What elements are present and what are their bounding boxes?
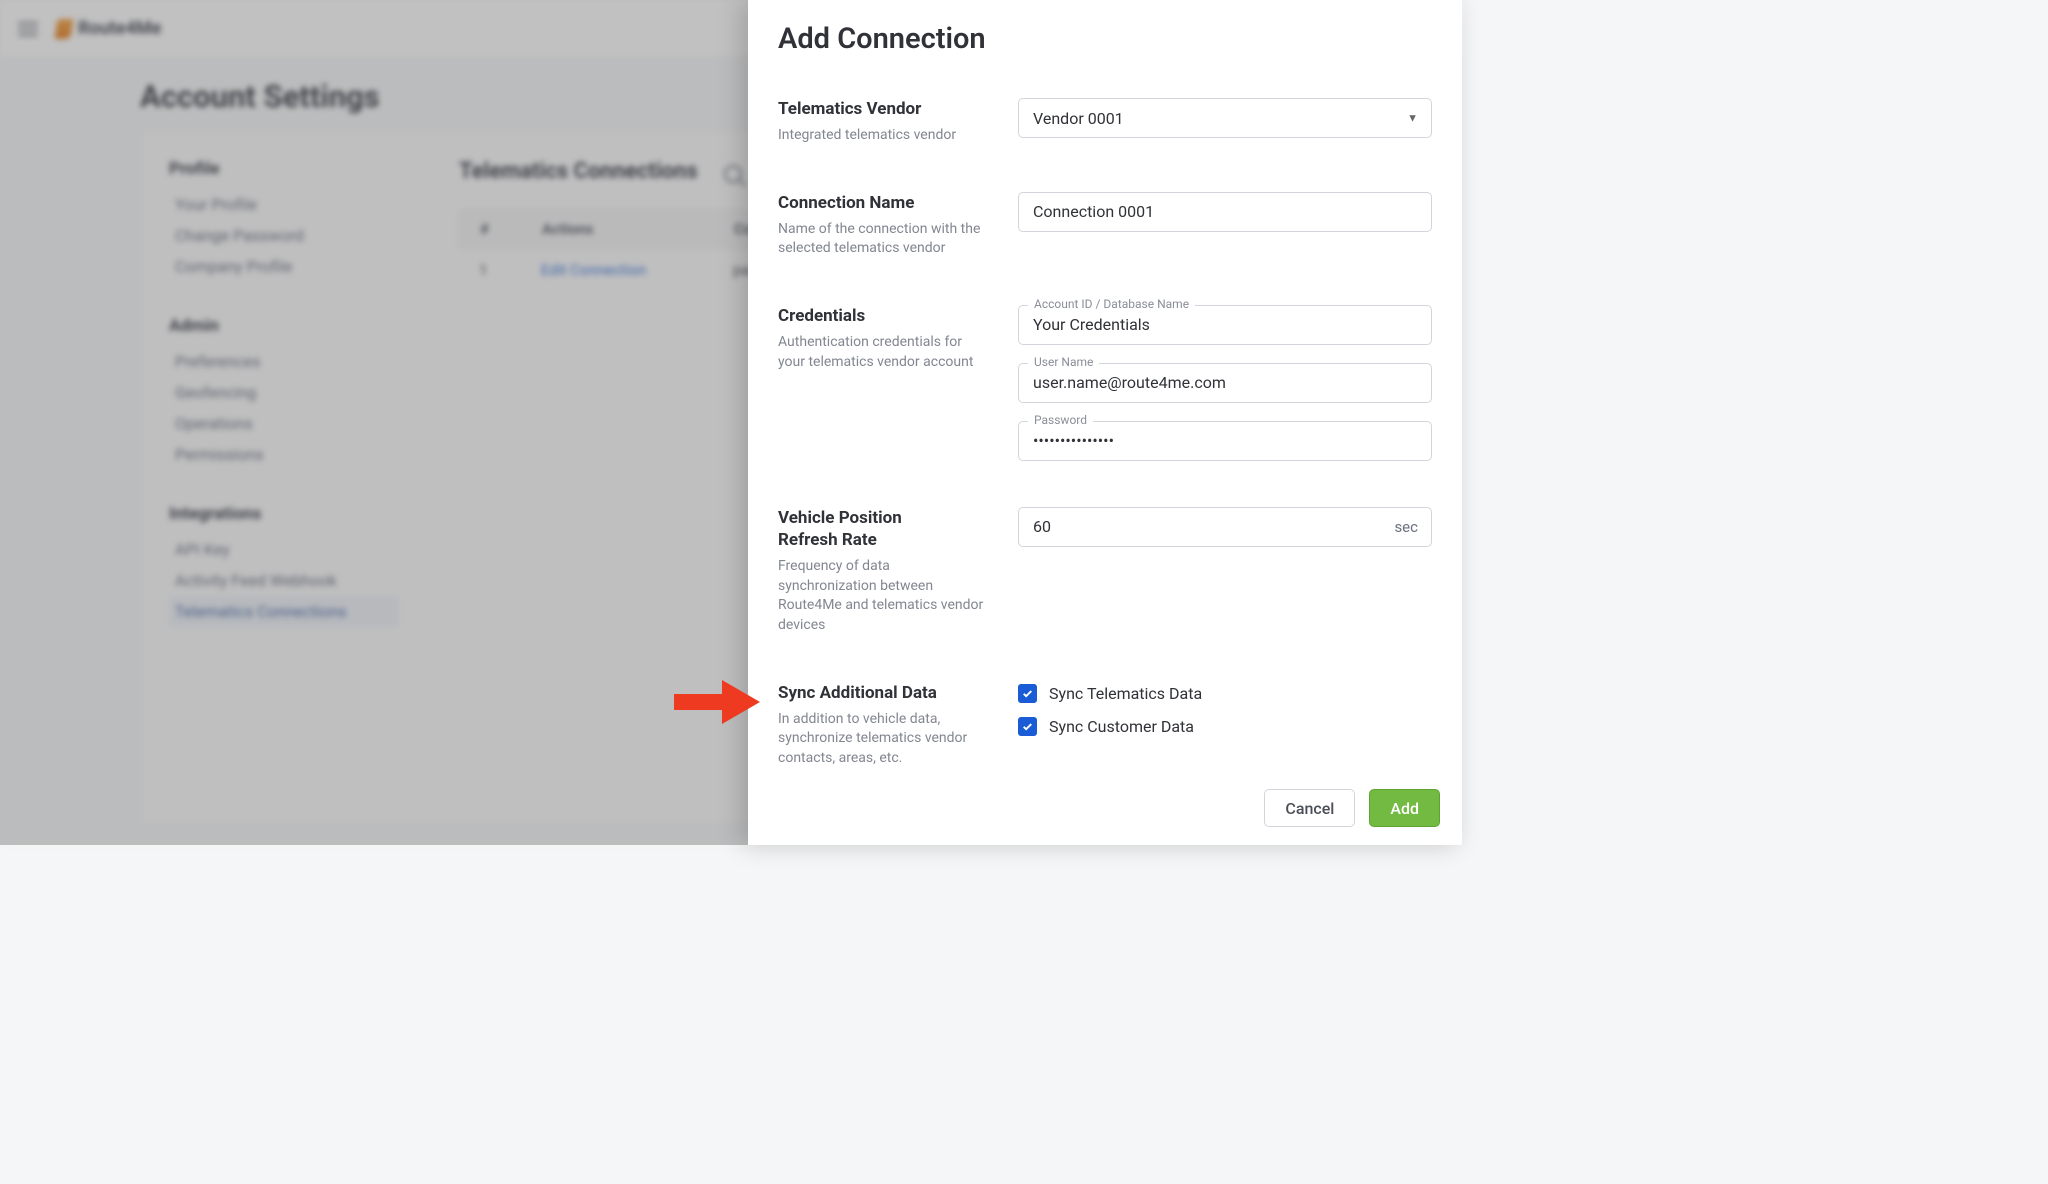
account-id-label: Account ID / Database Name <box>1028 297 1195 311</box>
connection-name-input[interactable] <box>1018 192 1432 232</box>
credentials-desc: Authentication credentials for your tele… <box>778 333 990 372</box>
sync-desc: In addition to vehicle data, synchronize… <box>778 710 990 769</box>
add-button[interactable]: Add <box>1369 789 1440 827</box>
account-id-input[interactable] <box>1018 305 1432 345</box>
credentials-label: Credentials <box>778 305 990 327</box>
username-input[interactable] <box>1018 363 1432 403</box>
connection-name-desc: Name of the connection with the selected… <box>778 220 990 259</box>
vendor-select[interactable] <box>1018 98 1432 138</box>
sync-telematics-label: Sync Telematics Data <box>1049 684 1202 703</box>
panel-title: Add Connection <box>778 22 1432 56</box>
username-label: User Name <box>1028 355 1099 369</box>
cancel-button[interactable]: Cancel <box>1264 789 1355 827</box>
add-connection-panel: Add Connection Telematics Vendor Integra… <box>748 0 1462 845</box>
panel-footer: Cancel Add <box>748 779 1462 845</box>
refresh-label: Vehicle PositionRefresh Rate <box>778 507 990 551</box>
password-label: Password <box>1028 413 1093 427</box>
check-icon <box>1021 687 1034 700</box>
refresh-desc: Frequency of data synchronization betwee… <box>778 557 990 635</box>
sync-customer-checkbox[interactable] <box>1018 717 1037 736</box>
check-icon <box>1021 720 1034 733</box>
sync-telematics-checkbox[interactable] <box>1018 684 1037 703</box>
sync-label: Sync Additional Data <box>778 682 990 704</box>
refresh-unit: sec <box>1394 518 1418 536</box>
vendor-desc: Integrated telematics vendor <box>778 126 990 146</box>
connection-name-label: Connection Name <box>778 192 990 214</box>
vendor-label: Telematics Vendor <box>778 98 990 120</box>
password-input[interactable] <box>1018 421 1432 461</box>
panel-header: Add Connection <box>748 0 1462 66</box>
panel-body: Telematics Vendor Integrated telematics … <box>748 66 1462 779</box>
refresh-rate-input[interactable] <box>1018 507 1432 547</box>
sync-customer-label: Sync Customer Data <box>1049 717 1194 736</box>
